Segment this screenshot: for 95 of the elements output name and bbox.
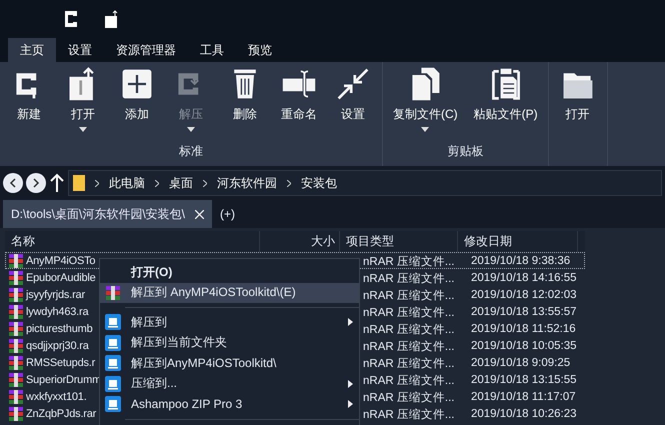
file-date: 2019/10/18 12:02:03 [471, 289, 578, 301]
close-icon[interactable] [195, 210, 204, 218]
file-name: SuperiorDrumm [26, 374, 102, 386]
file-name: RMSSetupds.r [26, 357, 96, 369]
file-type: nRAR 压缩文件... [363, 288, 456, 302]
ribbon-button[interactable]: 粘贴文件(P) [468, 62, 544, 143]
chevron-icon [95, 180, 99, 186]
file-date: 2019/10/18 9:09:25 [471, 357, 572, 369]
forward-button[interactable] [26, 173, 46, 193]
breadcrumb-item[interactable]: 桌面 [169, 174, 193, 192]
document-tab[interactable]: (+) [212, 200, 244, 228]
ribbon-button[interactable]: 复制文件(C) [387, 62, 464, 143]
file-name: wxkfyxxt101. [26, 391, 87, 403]
file-date: 2019/10/18 14:16:55 [471, 272, 578, 284]
breadcrumb-item[interactable]: 河东软件园 [217, 174, 277, 192]
file-name: qsdjjxprj30.ra [26, 340, 89, 352]
archive-books-icon [8, 304, 24, 320]
menu-tab[interactable]: 资源管理器 [104, 38, 188, 62]
menu-item[interactable]: Ashampoo ZIP Pro 3 [100, 394, 359, 414]
archive-books-icon [8, 321, 24, 337]
menu-item[interactable]: 解压到AnyMP4iOSToolkitd\ [100, 353, 359, 374]
app-icon [105, 355, 121, 372]
file-name: EpuborAudible [26, 272, 96, 284]
archive-books-icon [105, 284, 121, 301]
menu-item[interactable]: 解压到 [100, 312, 359, 332]
menu-tab[interactable]: 主页 [8, 38, 56, 62]
archive-books-icon [8, 355, 24, 371]
file-date: 2019/10/18 9:38:36 [471, 255, 572, 267]
file-date: 2019/10/18 13:55:57 [471, 306, 578, 318]
file-name: AnyMP4iOSTo [26, 255, 96, 267]
app-icon [105, 314, 121, 330]
archive-books-icon [8, 287, 24, 303]
archive-books-icon [8, 406, 24, 422]
caret-icon[interactable] [79, 127, 87, 132]
zip-upload-icon[interactable] [104, 10, 120, 28]
ribbon-button[interactable]: 重命名 [274, 62, 324, 143]
address-bar[interactable]: 此电脑 桌面 河东软件园 安装包 [68, 170, 662, 196]
ribbon-button[interactable]: 新建 [4, 62, 54, 143]
menu-item[interactable]: 解压到当前文件夹 [100, 332, 359, 353]
app-icon [105, 376, 121, 392]
file-date: 2019/10/18 10:05:35 [471, 340, 578, 352]
file-type: nRAR 压缩文件... [363, 306, 456, 320]
group-label: 剪贴板 [447, 143, 484, 160]
document-tab[interactable]: D:\tools\桌面\河东软件园\安装包\ [3, 200, 212, 228]
column-header[interactable]: 项目类型 [340, 231, 458, 252]
menu-tab[interactable]: 设置 [56, 38, 104, 62]
ribbon-button[interactable]: 添加 [112, 62, 162, 143]
ribbon-button[interactable]: 删除 [220, 62, 270, 143]
ribbon-button[interactable]: 打开 [552, 62, 603, 166]
breadcrumb-item[interactable]: 此电脑 [109, 174, 145, 192]
file-type: nRAR 压缩文件... [363, 340, 456, 354]
file-name: lywdyh463.ra [26, 306, 88, 318]
file-name: jsyyfyrjds.rar [26, 289, 85, 301]
column-header[interactable]: 名称 [5, 231, 260, 252]
caret-icon[interactable] [421, 127, 430, 132]
file-type: nRAR 压缩文件... [363, 254, 456, 268]
column-header[interactable]: 修改日期 [458, 231, 578, 252]
up-arrow-icon[interactable] [49, 173, 65, 193]
menu-item[interactable]: 解压到 AnyMP4iOSToolkitd\(E) [100, 282, 359, 303]
ribbon-button[interactable]: 设置 [328, 62, 378, 143]
menu-tab[interactable]: 预览 [236, 38, 284, 62]
group-label: 标准 [179, 143, 203, 160]
column-header[interactable]: 大小 [260, 231, 340, 252]
file-type: nRAR 压缩文件... [363, 272, 456, 286]
app-icon [105, 334, 121, 351]
file-type: nRAR 压缩文件... [363, 356, 456, 370]
chevron-icon [203, 180, 207, 186]
file-type: nRAR 压缩文件... [363, 390, 456, 404]
file-date: 2019/10/18 11:17:07 [471, 391, 577, 403]
archive-books-icon [8, 338, 24, 354]
app-icon [105, 396, 121, 412]
file-date: 2019/10/18 11:52:16 [471, 323, 577, 335]
file-name: ZnZqbPJds.rar [26, 408, 96, 420]
chevron-right-icon [31, 178, 41, 188]
folder-icon [73, 175, 85, 191]
breadcrumb-item[interactable]: 安装包 [301, 174, 337, 192]
menu-tab[interactable]: 工具 [188, 38, 236, 62]
file-name: picturesthumb [26, 323, 92, 335]
menu-item[interactable]: 压缩到... [100, 374, 359, 394]
archive-books-icon [8, 389, 24, 405]
chevron-icon [287, 180, 291, 186]
back-button[interactable] [3, 173, 23, 193]
archive-books-icon [8, 253, 24, 269]
file-date: 2019/10/18 10:26:23 [471, 408, 578, 420]
clamp-icon[interactable] [64, 10, 80, 28]
archive-books-icon [8, 372, 24, 388]
chevron-left-icon [8, 178, 18, 188]
file-type: nRAR 压缩文件... [363, 322, 456, 336]
chevron-icon [155, 180, 159, 186]
file-type: nRAR 压缩文件... [363, 374, 456, 388]
ribbon-button[interactable]: 打开 [58, 62, 108, 143]
archive-books-icon [8, 270, 24, 286]
file-type: nRAR 压缩文件... [363, 408, 456, 422]
file-date: 2019/10/18 13:15:55 [471, 374, 578, 386]
arrows-inward-icon [335, 66, 371, 102]
